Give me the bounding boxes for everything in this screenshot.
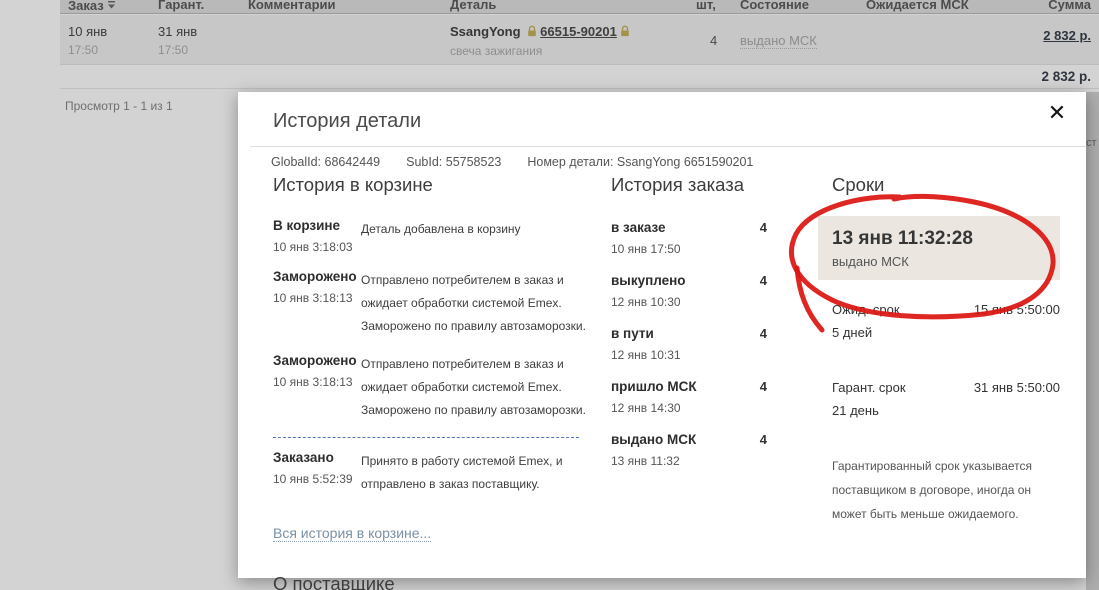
part-number-link[interactable]: 66515-90201 (540, 24, 617, 39)
sub-id: SubId: 55758523 (406, 155, 501, 169)
order-entry-label: в пути (611, 326, 654, 341)
order-history-title: История заказа (611, 174, 767, 196)
modal-divider (250, 146, 1086, 147)
order-entry-label: выкуплено (611, 273, 686, 288)
table-separator (60, 88, 1099, 89)
basket-entry-date: 10 янв 5:52:39 (273, 472, 361, 486)
order-time: 17:50 (68, 43, 107, 57)
part-history-modal: История детали ✕ GlobalId: 68642449 SubI… (238, 92, 1086, 578)
order-entry-label: в заказе (611, 220, 666, 235)
order-entry-qty: 4 (760, 273, 767, 288)
column-header-order-label: Заказ (68, 0, 104, 13)
current-status-label: выдано МСК (832, 254, 1046, 269)
column-header-expected-msk: Ожидается МСК (866, 0, 969, 12)
order-history-entry: выкуплено 4 12 янв 10:30 (611, 273, 767, 309)
lock-icon (527, 25, 537, 40)
basket-entry-desc: Деталь добавлена в корзину (361, 218, 591, 254)
basket-entry: Заморожено 10 янв 3:18:13 Отправлено пот… (273, 269, 591, 338)
clipped-right-text: ст (1086, 137, 1097, 149)
column-header-guarantee[interactable]: Гарант. (158, 0, 204, 12)
sum-link[interactable]: 2 832 р. (1043, 28, 1091, 43)
current-status-datetime: 13 янв 11:32:28 (832, 228, 1046, 250)
order-entry-date: 13 янв 11:32 (611, 454, 767, 468)
order-entry-qty: 4 (760, 379, 767, 394)
guaranteed-term-value: 31 янв 5:50:00 (974, 380, 1060, 395)
modal-part-number: Номер детали: SsangYong 6651590201 (527, 155, 753, 169)
terms-title: Сроки (832, 174, 1060, 196)
order-entry-qty: 4 (760, 432, 767, 447)
order-entry-date: 12 янв 10:31 (611, 348, 767, 362)
terms-column: Сроки 13 янв 11:32:28 выдано МСК Ожид. с… (818, 174, 1060, 526)
column-header-order[interactable]: Заказ (68, 0, 116, 13)
basket-entry-date: 10 янв 3:18:13 (273, 291, 361, 305)
order-history-entry: выдано МСК 4 13 янв 11:32 (611, 432, 767, 468)
column-header-sum: Сумма (1048, 0, 1091, 12)
part-cell: SsangYong 66515-90201 свеча зажигания (450, 24, 633, 58)
global-id: GlobalId: 68642449 (271, 155, 380, 169)
guarantee-date-cell: 31 янв 17:50 (158, 24, 197, 57)
orders-table-header: Заказ Гарант. Комментарии Деталь шт, Сос… (60, 0, 1099, 14)
part-brand: SsangYong (450, 24, 521, 39)
expected-term-days: 5 дней (818, 325, 1060, 340)
guaranteed-term-row: Гарант. срок 31 янв 5:50:00 (832, 380, 1060, 395)
pager-text: Просмотр 1 - 1 из 1 (65, 99, 173, 113)
order-history-entry: в заказе 4 10 янв 17:50 (611, 220, 767, 256)
table-total-sum: 2 832 р. (1041, 69, 1091, 84)
order-entry-date: 10 янв 17:50 (611, 242, 767, 256)
full-basket-history-link[interactable]: Вся история в корзине... (273, 525, 431, 542)
basket-entry-label: Заказано (273, 450, 361, 465)
order-entry-qty: 4 (760, 220, 767, 235)
basket-entry: Заказано 10 янв 5:52:39 Принято в работу… (273, 450, 591, 496)
close-icon[interactable]: ✕ (1042, 98, 1072, 128)
guarantee-time: 17:50 (158, 43, 197, 57)
basket-entry-label: Заморожено (273, 269, 361, 284)
modal-title: История детали (273, 110, 421, 133)
basket-history-column: История в корзине В корзине 10 янв 3:18:… (273, 174, 591, 590)
guaranteed-term-days: 21 день (818, 403, 1060, 418)
order-table-row: 10 янв 17:50 31 янв 17:50 SsangYong 6651… (60, 15, 1099, 65)
order-history-entry: в пути 4 12 янв 10:31 (611, 326, 767, 362)
column-header-state: Состояние (740, 0, 809, 12)
expected-term-label: Ожид. срок (832, 302, 900, 317)
order-entry-label: пришло МСК (611, 379, 697, 394)
qty-cell: 4 (710, 33, 717, 48)
modal-meta-row: GlobalId: 68642449 SubId: 55758523 Номер… (271, 155, 753, 169)
terms-note: Гарантированный срок указывается поставщ… (832, 454, 1060, 526)
order-entry-date: 12 янв 10:30 (611, 295, 767, 309)
order-entry-qty: 4 (760, 326, 767, 341)
order-date: 10 янв (68, 24, 107, 39)
basket-entry: Заморожено 10 янв 3:18:13 Отправлено пот… (273, 353, 591, 422)
basket-entry-date: 10 янв 3:18:03 (273, 240, 361, 254)
current-status-box: 13 янв 11:32:28 выдано МСК (818, 216, 1060, 280)
state-link[interactable]: выдано МСК (740, 33, 817, 49)
supplier-title: О поставщике (273, 573, 591, 590)
order-date-cell: 10 янв 17:50 (68, 24, 107, 57)
order-history-column: История заказа в заказе 4 10 янв 17:50 вы… (611, 174, 767, 485)
expected-term-value: 15 янв 5:50:00 (974, 302, 1060, 317)
guaranteed-term-label: Гарант. срок (832, 380, 906, 395)
column-header-comments: Комментарии (248, 0, 336, 12)
guarantee-date: 31 янв (158, 24, 197, 39)
basket-entry-date: 10 янв 3:18:13 (273, 375, 361, 389)
basket-history-title: История в корзине (273, 174, 591, 196)
basket-entry-label: В корзине (273, 218, 361, 233)
lock-icon (620, 25, 630, 40)
basket-entry-desc: Отправлено потребителем в заказ и ожидае… (361, 269, 591, 338)
order-entry-label: выдано МСК (611, 432, 696, 447)
column-header-part: Деталь (450, 0, 496, 12)
basket-entry: В корзине 10 янв 3:18:03 Деталь добавлен… (273, 218, 591, 254)
clipped-right-column: ст (1086, 92, 1099, 590)
part-name: свеча зажигания (450, 44, 633, 58)
column-header-qty: шт, (696, 0, 716, 12)
order-history-entry: пришло МСК 4 12 янв 14:30 (611, 379, 767, 415)
basket-entry-label: Заморожено (273, 353, 361, 368)
sort-icon (107, 0, 116, 12)
expected-term-row: Ожид. срок 15 янв 5:50:00 (832, 302, 1060, 317)
basket-entry-desc: Отправлено потребителем в заказ и ожидае… (361, 353, 591, 422)
order-entry-date: 12 янв 14:30 (611, 401, 767, 415)
basket-entry-desc: Принято в работу системой Emex, и отправ… (361, 450, 591, 496)
dashed-separator (273, 437, 579, 438)
